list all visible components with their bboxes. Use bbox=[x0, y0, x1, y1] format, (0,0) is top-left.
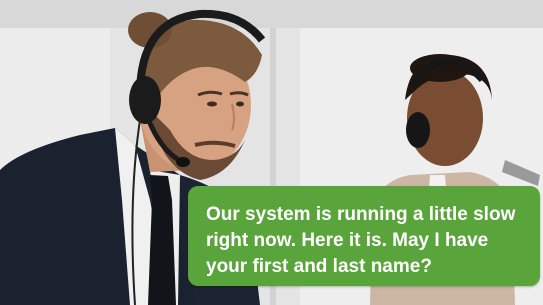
subtitle-bubble: Our system is running a little slow righ… bbox=[188, 186, 540, 286]
subtitle-line: right now. Here it is. May I have bbox=[206, 230, 489, 251]
background-headset-earcup bbox=[406, 112, 430, 148]
headset-earcup bbox=[129, 76, 161, 124]
subtitle-line: your first and last name? bbox=[206, 256, 432, 277]
subtitle-line: Our system is running a little slow bbox=[206, 204, 516, 225]
video-frame: Our system is running a little slow righ… bbox=[0, 0, 543, 305]
headset-mic bbox=[176, 157, 190, 167]
